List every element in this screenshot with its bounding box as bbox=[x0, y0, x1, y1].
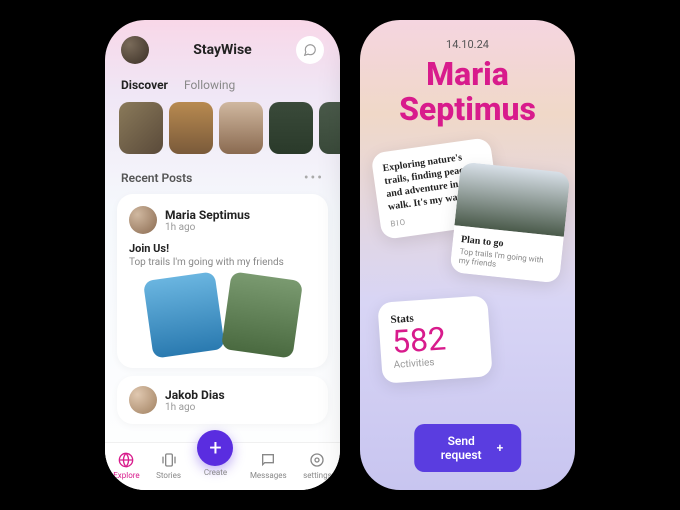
nav-label: settings bbox=[303, 471, 332, 480]
post-subtitle: Top trails I'm going with my friends bbox=[129, 257, 316, 268]
globe-icon bbox=[117, 451, 135, 469]
plan-image bbox=[454, 162, 570, 237]
plan-card[interactable]: Plan to go Top trails I'm going with my … bbox=[449, 162, 570, 284]
nav-settings[interactable]: settings bbox=[303, 451, 332, 480]
section-header: Recent Posts ••• bbox=[105, 166, 340, 194]
message-icon bbox=[259, 451, 277, 469]
phone-feed: StayWise Discover Following Recent Posts… bbox=[105, 20, 340, 490]
stats-card[interactable]: Stats 582 Activities bbox=[377, 296, 492, 384]
user-avatar[interactable] bbox=[121, 36, 149, 64]
topbar: StayWise bbox=[105, 20, 340, 74]
nav-label: Explore bbox=[113, 471, 139, 480]
more-icon[interactable]: ••• bbox=[304, 170, 324, 186]
phone-profile: 14.10.24 Maria Septimus Exploring nature… bbox=[360, 20, 575, 490]
nav-label: Create bbox=[204, 468, 227, 477]
post-images bbox=[129, 276, 316, 356]
tab-discover[interactable]: Discover bbox=[121, 78, 168, 92]
story-item[interactable] bbox=[119, 102, 163, 154]
chat-icon bbox=[303, 43, 317, 57]
nav-stories[interactable]: Stories bbox=[156, 451, 181, 480]
post-image[interactable] bbox=[142, 271, 224, 358]
story-item[interactable] bbox=[219, 102, 263, 154]
app-title: StayWise bbox=[193, 42, 252, 58]
story-item[interactable] bbox=[269, 102, 313, 154]
plus-icon: + bbox=[197, 430, 233, 466]
stories-row[interactable] bbox=[105, 102, 340, 166]
nav-explore[interactable]: Explore bbox=[113, 451, 139, 480]
profile-cards: Exploring nature's trails, finding peace… bbox=[360, 141, 575, 401]
post-title: Join Us! bbox=[129, 242, 316, 255]
post-card[interactable]: Jakob Dias 1h ago bbox=[117, 376, 328, 424]
story-item[interactable] bbox=[319, 102, 340, 154]
send-request-button[interactable]: Send request + bbox=[414, 424, 522, 472]
name-last: Septimus bbox=[399, 90, 536, 128]
section-title: Recent Posts bbox=[121, 171, 192, 185]
nav-label: Stories bbox=[156, 471, 181, 480]
post-image[interactable] bbox=[220, 271, 302, 358]
post-author: Jakob Dias bbox=[165, 388, 225, 402]
tab-following[interactable]: Following bbox=[184, 78, 235, 92]
feed-tabs: Discover Following bbox=[105, 74, 340, 102]
name-first: Maria bbox=[426, 55, 509, 93]
messages-button[interactable] bbox=[296, 36, 324, 64]
profile-date: 14.10.24 bbox=[360, 20, 575, 57]
nav-create[interactable]: + Create bbox=[197, 454, 233, 477]
nav-messages[interactable]: Messages bbox=[250, 451, 287, 480]
nav-label: Messages bbox=[250, 471, 287, 480]
stats-value: 582 bbox=[391, 320, 479, 358]
post-author: Maria Septimus bbox=[165, 208, 250, 222]
post-card[interactable]: Maria Septimus 1h ago Join Us! Top trail… bbox=[117, 194, 328, 368]
stories-icon bbox=[160, 451, 178, 469]
post-time: 1h ago bbox=[165, 222, 250, 233]
profile-name: Maria Septimus bbox=[360, 57, 575, 127]
post-avatar[interactable] bbox=[129, 386, 157, 414]
bottom-nav: Explore Stories + Create Messages settin… bbox=[105, 442, 340, 490]
gear-icon bbox=[308, 451, 326, 469]
button-label: Send request bbox=[432, 434, 491, 462]
story-item[interactable] bbox=[169, 102, 213, 154]
plus-icon: + bbox=[497, 441, 504, 455]
post-time: 1h ago bbox=[165, 402, 225, 413]
post-avatar[interactable] bbox=[129, 206, 157, 234]
